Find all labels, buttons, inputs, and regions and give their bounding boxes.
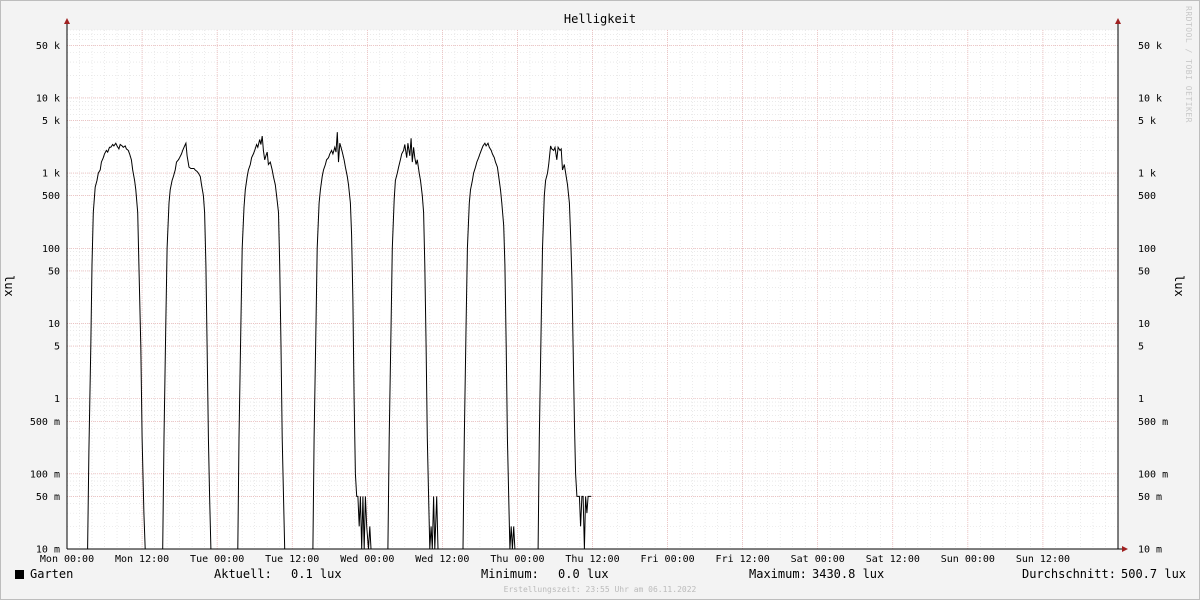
rrdtool-watermark: RRDTOOL / TOBI OETIKER	[1184, 6, 1193, 123]
y-tick-label-right: 50 m	[1138, 492, 1162, 503]
y-tick-label-right: 500	[1138, 191, 1156, 202]
y-tick-label-left: 1 k	[42, 169, 60, 180]
y-tick-label-right: 1	[1138, 394, 1144, 405]
y-axis-label-left: lux	[2, 275, 16, 297]
y-tick-label-right: 10	[1138, 319, 1150, 330]
y-tick-label-right: 5	[1138, 342, 1144, 353]
y-tick-label-left: 5	[54, 342, 60, 353]
y-axis-label-right: lux	[1172, 275, 1186, 297]
x-tick-label: Thu 12:00	[565, 554, 619, 565]
legend-max-value: 3430.8 lux	[812, 567, 885, 581]
y-axis-arrow-right	[1115, 18, 1121, 24]
legend-current-value: 0.1 lux	[291, 567, 342, 581]
x-axis-arrow	[1122, 546, 1128, 552]
legend-min-value: 0.0 lux	[558, 567, 609, 581]
x-tick-label: Wed 12:00	[415, 554, 469, 565]
legend-min-label: Minimum:	[481, 567, 539, 581]
x-tick-label: Sat 00:00	[791, 554, 845, 565]
x-tick-label: Mon 12:00	[115, 554, 169, 565]
creation-time-footer: Erstellungszeit: 23:55 Uhr am 06.11.2022	[503, 585, 697, 594]
legend-avg-label: Durchschnitt:	[1022, 567, 1116, 581]
y-tick-label-left: 10 k	[36, 93, 60, 104]
y-tick-label-right: 100 m	[1138, 469, 1168, 480]
y-axis-arrow-left	[64, 18, 70, 24]
y-tick-label-right: 500 m	[1138, 417, 1168, 428]
y-tick-label-left: 10	[48, 319, 60, 330]
y-tick-label-left: 500	[42, 191, 60, 202]
grid	[66, 29, 1119, 550]
y-tick-label-right: 10 m	[1138, 545, 1162, 556]
line-chart: 10 m 10 m50 m 50 m100 m 100 m500 m 500 m1 15 5…	[30, 12, 1168, 565]
x-tick-label: Tue 12:00	[265, 554, 319, 565]
y-tick-label-right: 10 k	[1138, 93, 1162, 104]
legend-max-label: Maximum:	[749, 567, 807, 581]
y-tick-label-left: 100	[42, 244, 60, 255]
x-tick-label: Mon 00:00	[40, 554, 94, 565]
y-tick-label-right: 1 k	[1138, 169, 1156, 180]
y-tick-label-right: 5 k	[1138, 116, 1156, 127]
x-tick-label: Thu 00:00	[490, 554, 544, 565]
legend-avg-value: 500.7 lux	[1121, 567, 1187, 581]
x-tick-label: Tue 00:00	[190, 554, 244, 565]
legend-swatch	[15, 570, 24, 579]
y-tick-label-right: 100	[1138, 244, 1156, 255]
y-tick-label-left: 5 k	[42, 116, 60, 127]
x-tick-label: Sun 12:00	[1016, 554, 1070, 565]
chart-title: Helligkeit	[564, 12, 636, 26]
legend-current-label: Aktuell:	[214, 567, 272, 581]
y-tick-label-right: 50 k	[1138, 41, 1162, 52]
x-tick-label: Fri 00:00	[640, 554, 694, 565]
y-tick-label-left: 500 m	[30, 417, 60, 428]
y-tick-label-left: 50	[48, 266, 60, 277]
y-tick-label-left: 50 k	[36, 41, 60, 52]
y-tick-label-left: 100 m	[30, 469, 60, 480]
y-tick-label-left: 50 m	[36, 492, 60, 503]
x-tick-label: Wed 00:00	[340, 554, 394, 565]
x-tick-label: Sun 00:00	[941, 554, 995, 565]
x-tick-label: Sat 12:00	[866, 554, 920, 565]
y-tick-label-right: 50	[1138, 266, 1150, 277]
x-tick-label: Fri 12:00	[716, 554, 770, 565]
legend-series-name: Garten	[30, 567, 74, 581]
y-tick-label-left: 1	[54, 394, 60, 405]
